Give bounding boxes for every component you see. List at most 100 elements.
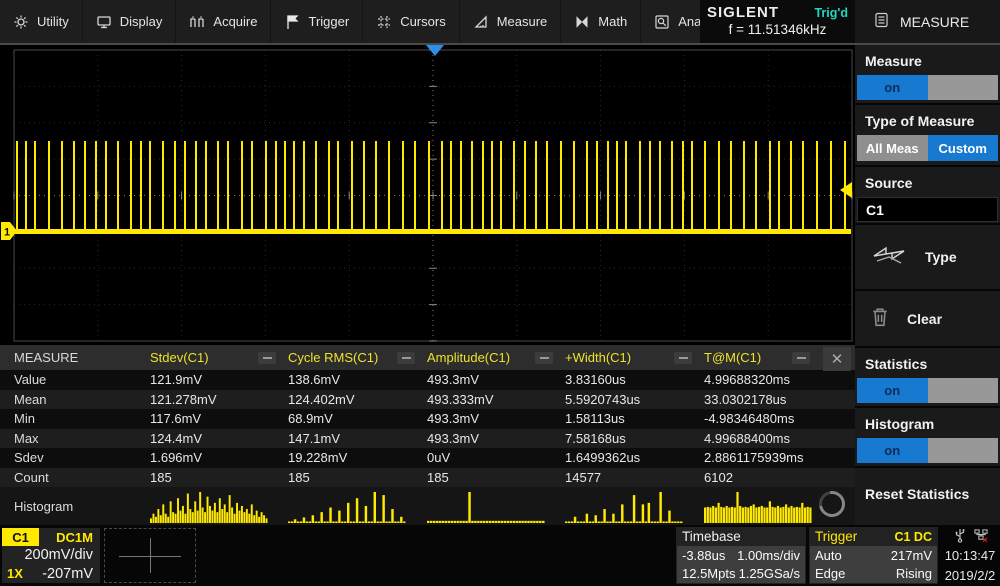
menu-item-cursors[interactable]: Cursors — [363, 0, 460, 43]
menu-item-label: Math — [598, 14, 627, 29]
acquire-icon — [189, 14, 205, 30]
measurement-value: 4.99688320ms — [704, 372, 822, 387]
menu-item-label: Measure — [497, 14, 548, 29]
remove-measurement-button[interactable] — [792, 352, 810, 364]
measure-table-title: MEASURE — [0, 350, 150, 365]
measurement-value: 3.83160us — [565, 372, 704, 387]
trigger-slope: Rising — [891, 566, 932, 581]
remove-measurement-button[interactable] — [674, 352, 692, 364]
measurement-value: 33.0302178us — [704, 392, 822, 407]
measurement-value: 6102 — [704, 470, 822, 485]
panel-header: MEASURE — [855, 0, 1000, 43]
remove-measurement-button[interactable] — [258, 352, 276, 364]
statistics-toggle-on[interactable]: on — [857, 378, 928, 403]
section-statistics: Statistics on — [855, 348, 1000, 408]
menu-item-label: Trigger — [308, 14, 349, 29]
cursors-icon — [376, 14, 392, 30]
menu-item-trigger[interactable]: Trigger — [271, 0, 363, 43]
custom-button[interactable]: Custom — [928, 135, 999, 161]
measurement-value: 185 — [427, 470, 565, 485]
menu-item-acquire[interactable]: Acquire — [176, 0, 271, 43]
add-channel-box[interactable] — [104, 528, 196, 583]
measurement-column-header[interactable]: T@M(C1) — [704, 350, 822, 365]
measure-toggle-off[interactable] — [928, 75, 999, 100]
measure-toggle[interactable]: on — [857, 75, 998, 100]
gear-icon — [13, 14, 29, 30]
waveform-display[interactable]: 1 — [0, 45, 855, 345]
measurement-value: 5.5920743us — [565, 392, 704, 407]
menu-item-utility[interactable]: Utility — [0, 0, 83, 43]
measurement-value: 185 — [288, 470, 427, 485]
measurement-value: 493.3mV — [427, 431, 565, 446]
measurement-value: 124.402mV — [288, 392, 427, 407]
histogram-toggle[interactable]: on — [857, 438, 998, 463]
measurement-column-header[interactable]: Amplitude(C1) — [427, 350, 565, 365]
measurement-value: 493.333mV — [427, 392, 565, 407]
remove-measurement-button[interactable] — [535, 352, 553, 364]
histogram-toggle-off[interactable] — [928, 438, 999, 463]
measure-toggle-on[interactable]: on — [857, 75, 928, 100]
menu-item-display[interactable]: Display — [83, 0, 177, 43]
measurement-value: 185 — [150, 470, 288, 485]
measure-label: Measure — [855, 45, 1000, 75]
measurement-column-header[interactable]: +Width(C1) — [565, 350, 704, 365]
clock-time: 10:13:47 — [945, 548, 996, 563]
channel-descriptor[interactable]: C1 DC1M 200mV/div 1X -207mV — [2, 528, 100, 583]
measurement-column-header[interactable]: Cycle RMS(C1) — [288, 350, 427, 365]
menu-item-measure[interactable]: Measure — [460, 0, 562, 43]
statistics-toggle[interactable]: on — [857, 378, 998, 403]
measurement-value: 0uV — [427, 450, 565, 465]
type-icon — [871, 245, 907, 270]
histogram-toggle-on[interactable]: on — [857, 438, 928, 463]
clear-button[interactable]: Clear — [855, 291, 1000, 346]
measurement-name: Cycle RMS(C1) — [288, 350, 378, 365]
menu-item-label: Acquire — [213, 14, 257, 29]
measurement-value: 121.9mV — [150, 372, 288, 387]
mini-histogram-width — [565, 491, 683, 523]
type-button[interactable]: Type — [855, 225, 1000, 289]
measurement-name: T@M(C1) — [704, 350, 761, 365]
measurement-value: 1.6499362us — [565, 450, 704, 465]
menu-item-math[interactable]: Math — [561, 0, 641, 43]
trigger-level: 217mV — [891, 548, 932, 563]
row-label: Min — [0, 411, 150, 426]
measurement-value: 4.99688400ms — [704, 431, 822, 446]
menu-item-label: Display — [120, 14, 163, 29]
status-box: SIGLENT Trig'd f = 11.51346kHz — [700, 0, 855, 43]
measure-icon — [473, 14, 489, 30]
measurement-value: 138.6mV — [288, 372, 427, 387]
svg-text:✕: ✕ — [981, 536, 987, 544]
measurement-value: 493.3mV — [427, 411, 565, 426]
measurement-value: 493.3mV — [427, 372, 565, 387]
trigger-descriptor[interactable]: Trigger C1 DC Auto 217mV Edge Rising — [809, 527, 938, 584]
trigger-source: C1 DC — [894, 530, 932, 544]
measurement-value: 68.9mV — [288, 411, 427, 426]
menu-bar: Utility Display Acquire Trigger Cursors Measu… — [0, 0, 1000, 45]
close-table-button[interactable]: ✕ — [823, 347, 851, 371]
statistics-toggle-off[interactable] — [928, 378, 999, 403]
remove-measurement-button[interactable] — [397, 352, 415, 364]
channel-scale: 200mV/div — [2, 546, 100, 565]
timebase-scale: 1.00ms/div — [737, 548, 800, 563]
channel-probe: 1X — [7, 565, 23, 583]
clear-button-label: Clear — [907, 311, 942, 327]
brand-logo: SIGLENT — [707, 5, 779, 22]
all-meas-button[interactable]: All Meas — [857, 135, 928, 161]
measurement-column-header[interactable]: Stdev(C1) — [150, 350, 288, 365]
trigger-state-badge: Trig'd — [814, 7, 848, 21]
timebase-descriptor[interactable]: Timebase -3.88us 1.00ms/div 12.5Mpts 1.2… — [676, 527, 806, 584]
table-row-min: Min117.6mV68.9mV493.3mV1.58113us-4.98346… — [0, 409, 855, 429]
table-row-sdev: Sdev1.696mV19.228mV0uV1.6499362us2.88611… — [0, 448, 855, 468]
source-select[interactable]: C1 — [857, 197, 998, 222]
channel-badge[interactable]: C1 — [2, 528, 39, 546]
row-label: Sdev — [0, 450, 150, 465]
measurement-name: Stdev(C1) — [150, 350, 209, 365]
reset-statistics-button[interactable]: Reset Statistics — [855, 468, 1000, 508]
display-icon — [96, 14, 112, 30]
measurement-value: 121.278mV — [150, 392, 288, 407]
measurement-value: 7.58168us — [565, 431, 704, 446]
section-type-of-measure: Type of Measure All Meas Custom — [855, 105, 1000, 167]
channel-coupling: DC1M — [56, 530, 100, 545]
measurement-value: 147.1mV — [288, 431, 427, 446]
measure-panel: Measure on Type of Measure All Meas Cust… — [855, 45, 1000, 586]
